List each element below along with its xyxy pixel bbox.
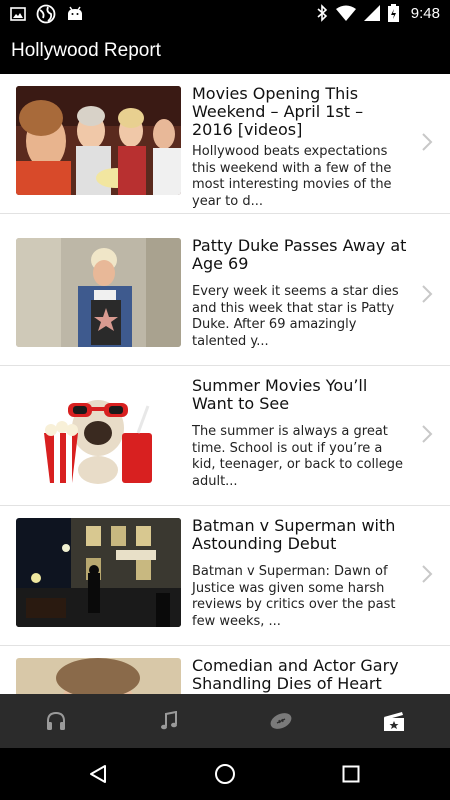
back-icon	[90, 765, 106, 783]
article-excerpt: Batman v Superman: Dawn of Justice was g…	[192, 564, 396, 629]
article-thumbnail	[16, 86, 181, 195]
globe-icon	[36, 4, 56, 24]
article-item[interactable]: Batman v Superman with Astounding Debut …	[0, 506, 450, 646]
article-thumbnail	[16, 238, 181, 347]
status-time: 9:48	[410, 4, 440, 22]
article-list[interactable]: Movies Opening This Weekend – April 1st …	[0, 74, 450, 694]
android-icon	[68, 6, 82, 20]
article-item[interactable]: Patty Duke Passes Away at Age 69 Every w…	[0, 226, 450, 366]
chevron-right-icon	[422, 425, 433, 443]
bottom-nav	[0, 694, 450, 748]
chevron-right-icon	[422, 133, 433, 151]
article-title: Summer Movies You’ll Want to See	[192, 376, 368, 413]
article-excerpt: Every week it seems a star dies and this…	[192, 284, 399, 349]
system-nav-bar	[0, 748, 450, 800]
chevron-right-icon	[422, 285, 433, 303]
app-bar: Hollywood Report	[0, 28, 450, 74]
article-item[interactable]: Summer Movies You’ll Want to See The sum…	[0, 366, 450, 506]
article-item[interactable]: Comedian and Actor Gary Shandling Dies o…	[0, 646, 450, 694]
article-title: Batman v Superman with Astounding Debut	[192, 516, 396, 553]
football-icon	[270, 713, 292, 729]
wifi-icon	[335, 5, 356, 21]
signal-icon	[363, 5, 380, 21]
article-title: Patty Duke Passes Away at Age 69	[192, 236, 407, 273]
tab-podcasts[interactable]	[0, 694, 113, 748]
chevron-right-icon	[422, 565, 433, 583]
article-thumbnail	[16, 658, 181, 694]
tab-music[interactable]	[113, 694, 226, 748]
article-title: Comedian and Actor Gary Shandling Dies o…	[192, 656, 399, 693]
battery-icon	[387, 4, 399, 22]
article-thumbnail	[16, 378, 181, 487]
app-title: Hollywood Report	[11, 40, 161, 61]
article-thumbnail	[16, 518, 181, 627]
back-button[interactable]	[68, 748, 128, 800]
status-bar: 9:48	[0, 0, 450, 28]
recents-icon	[342, 765, 360, 783]
image-icon	[10, 7, 26, 21]
bluetooth-icon	[317, 4, 327, 22]
movie-ticket-icon	[383, 712, 404, 731]
music-note-icon	[160, 711, 177, 730]
home-icon	[215, 764, 235, 784]
home-button[interactable]	[195, 748, 255, 800]
tab-sports[interactable]	[225, 694, 338, 748]
article-title: Movies Opening This Weekend – April 1st …	[192, 84, 364, 139]
recents-button[interactable]	[321, 748, 381, 800]
tab-movies[interactable]	[338, 694, 450, 748]
article-excerpt: The summer is always a great time. Schoo…	[192, 424, 404, 489]
article-item[interactable]: Movies Opening This Weekend – April 1st …	[0, 74, 450, 214]
headphones-icon	[47, 711, 66, 730]
article-excerpt: Hollywood beats expectations this weeken…	[192, 144, 392, 209]
